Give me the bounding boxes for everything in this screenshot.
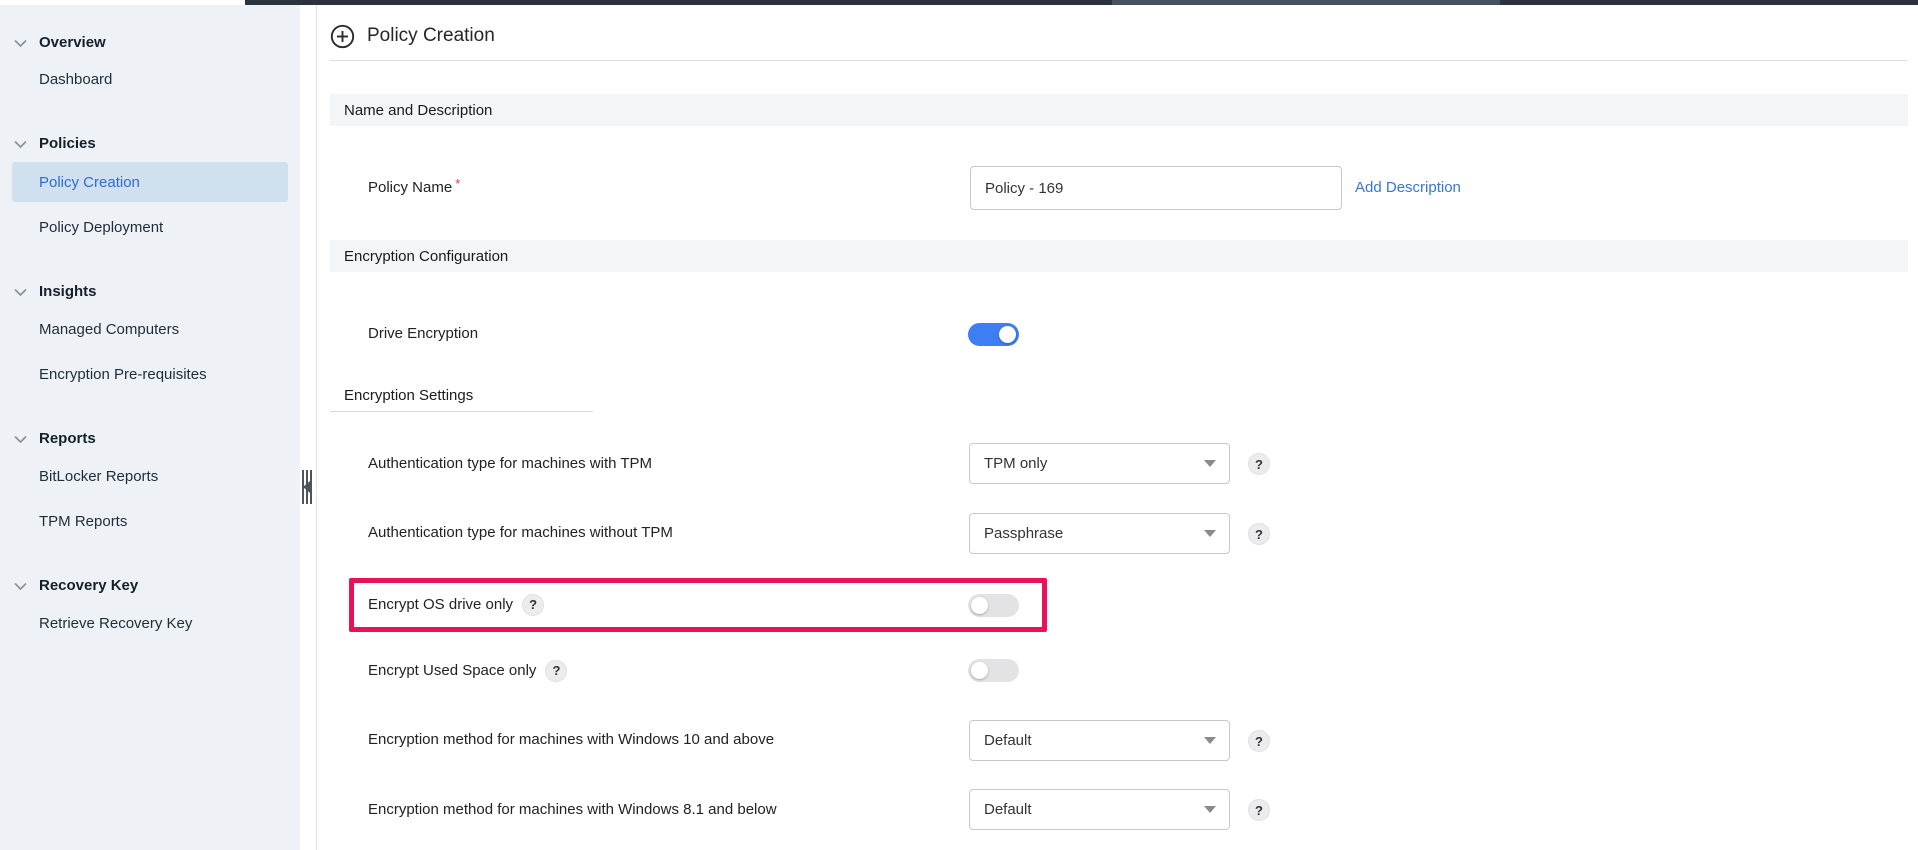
chevron-down-icon	[14, 287, 28, 297]
policy-name-label: Policy Name*	[368, 178, 460, 198]
section-encryption-settings: Encryption Settings	[330, 386, 593, 412]
help-icon[interactable]: ?	[1248, 453, 1270, 475]
chevron-down-icon	[1204, 737, 1216, 744]
chevron-down-icon	[14, 581, 28, 591]
auth-without-tpm-dropdown[interactable]: Passphrase	[969, 513, 1230, 554]
sidebar-group-overview[interactable]: Overview	[0, 32, 300, 54]
help-icon[interactable]: ?	[545, 660, 567, 682]
sidebar-group-label: Insights	[39, 282, 97, 302]
section-title: Encryption Settings	[344, 387, 473, 404]
encryption-method-win81-label: Encryption method for machines with Wind…	[368, 800, 777, 820]
app-root: Overview Dashboard Policies Policy Creat…	[0, 0, 1918, 850]
sidebar-group-recovery-key[interactable]: Recovery Key	[0, 575, 300, 597]
sidebar-group-policies[interactable]: Policies	[0, 133, 300, 155]
sidebar-group-insights[interactable]: Insights	[0, 281, 300, 303]
collapse-left-icon	[303, 481, 310, 493]
top-edge-bar-light-segment	[1112, 0, 1500, 5]
required-asterisk: *	[455, 174, 460, 194]
add-description-link[interactable]: Add Description	[1355, 179, 1461, 196]
encryption-method-win81-dropdown[interactable]: Default	[969, 789, 1230, 830]
dropdown-value: Default	[984, 732, 1032, 749]
encrypt-used-space-only-label: Encrypt Used Space only ?	[368, 660, 567, 682]
circle-plus-icon[interactable]	[330, 24, 355, 49]
chevron-down-icon	[1204, 460, 1216, 467]
help-icon[interactable]: ?	[1248, 730, 1270, 752]
sidebar-item-policy-deployment[interactable]: Policy Deployment	[39, 218, 163, 238]
sidebar-resize-handle[interactable]	[302, 470, 313, 504]
chevron-down-icon	[14, 139, 28, 149]
section-name-and-description: Name and Description	[330, 94, 1908, 126]
sidebar-item-dashboard[interactable]: Dashboard	[39, 70, 112, 90]
dropdown-value: Passphrase	[984, 525, 1063, 542]
sidebar-divider	[316, 5, 317, 850]
policy-name-input[interactable]	[970, 166, 1342, 210]
encryption-method-win10-label: Encryption method for machines with Wind…	[368, 730, 774, 750]
dropdown-value: Default	[984, 801, 1032, 818]
sidebar-item-label: Policy Creation	[39, 174, 140, 191]
sidebar-item-tpm-reports[interactable]: TPM Reports	[39, 512, 127, 532]
toggle-knob	[971, 597, 988, 614]
sidebar-item-policy-creation[interactable]: Policy Creation	[12, 162, 288, 202]
top-edge-bar	[245, 0, 1918, 5]
sidebar-item-retrieve-recovery-key[interactable]: Retrieve Recovery Key	[39, 614, 192, 634]
encrypt-os-drive-only-label: Encrypt OS drive only ?	[368, 594, 544, 616]
sidebar: Overview Dashboard Policies Policy Creat…	[0, 5, 300, 850]
page-title: Policy Creation	[367, 25, 495, 47]
drive-encryption-toggle[interactable]	[968, 323, 1019, 346]
section-title: Name and Description	[344, 102, 492, 119]
sidebar-group-label: Policies	[39, 134, 96, 154]
sidebar-item-encryption-prerequisites[interactable]: Encryption Pre-requisites	[39, 365, 207, 385]
drive-encryption-label: Drive Encryption	[368, 324, 478, 344]
section-title: Encryption Configuration	[344, 248, 508, 265]
encrypt-used-space-only-toggle[interactable]	[968, 659, 1019, 682]
sidebar-item-bitlocker-reports[interactable]: BitLocker Reports	[39, 467, 158, 487]
sidebar-group-label: Recovery Key	[39, 576, 138, 596]
auth-without-tpm-label: Authentication type for machines without…	[368, 523, 673, 543]
sidebar-item-managed-computers[interactable]: Managed Computers	[39, 320, 179, 340]
toggle-knob	[971, 662, 988, 679]
section-encryption-configuration: Encryption Configuration	[330, 240, 1908, 272]
encryption-method-win10-dropdown[interactable]: Default	[969, 720, 1230, 761]
auth-with-tpm-dropdown[interactable]: TPM only	[969, 443, 1230, 484]
sidebar-group-reports[interactable]: Reports	[0, 428, 300, 450]
help-icon[interactable]: ?	[1248, 799, 1270, 821]
help-icon[interactable]: ?	[1248, 523, 1270, 545]
chevron-down-icon	[1204, 806, 1216, 813]
chevron-down-icon	[14, 38, 28, 48]
sidebar-group-label: Reports	[39, 429, 96, 449]
toggle-knob	[999, 326, 1016, 343]
page-header: Policy Creation	[330, 22, 495, 50]
auth-with-tpm-label: Authentication type for machines with TP…	[368, 454, 652, 474]
encrypt-os-drive-only-toggle[interactable]	[968, 594, 1019, 617]
sidebar-group-label: Overview	[39, 33, 106, 53]
help-icon[interactable]: ?	[522, 594, 544, 616]
header-divider	[330, 60, 1908, 61]
chevron-down-icon	[1204, 530, 1216, 537]
dropdown-value: TPM only	[984, 455, 1047, 472]
chevron-down-icon	[14, 434, 28, 444]
